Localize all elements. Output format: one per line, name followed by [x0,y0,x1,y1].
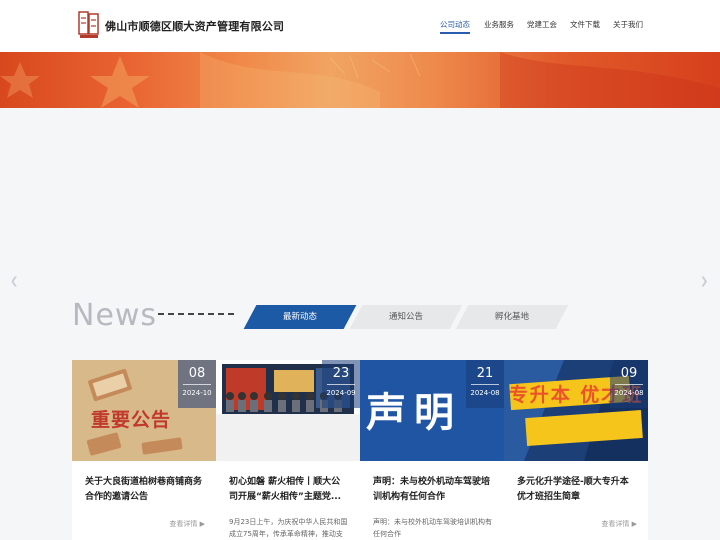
card-2-image: 23 2024-09 [216,360,360,461]
news-card-4[interactable]: 专升本 优才班 09 2024-08 多元化升学途径-顺大专升本优才班招生简章 … [504,360,648,540]
card-1-year-month: 2024-10 [182,389,212,397]
top-banner [0,52,720,108]
nav-company-news[interactable]: 公司动态 [440,19,470,34]
card-3-image-text: 声明 [366,390,462,436]
card-4-more-link[interactable]: 查看详情 ▶ [601,519,637,529]
card-3-date: 21 2024-08 [466,360,504,408]
card-4-image: 专升本 优才班 09 2024-08 [504,360,648,461]
nav-party-union[interactable]: 党建工会 [527,19,557,30]
page: 佛山市顺德区顺大资产管理有限公司 公司动态 业务服务 党建工会 文件下载 关于我… [0,0,720,540]
nav-business-services[interactable]: 业务服务 [484,19,514,30]
card-4-title[interactable]: 多元化升学途径-顺大专升本优才班招生简章 [517,475,637,505]
card-1-more-link[interactable]: 查看详情 ▶ [169,519,205,529]
card-3-day: 21 [476,366,494,381]
image-slider [0,108,720,298]
tab-incubation-base-label: 孵化基地 [494,312,529,322]
main-nav: 公司动态 业务服务 党建工会 文件下载 关于我们 [0,19,720,39]
nav-about-us[interactable]: 关于我们 [613,19,643,30]
site-header: 佛山市顺德区顺大资产管理有限公司 公司动态 业务服务 党建工会 文件下载 关于我… [0,0,720,52]
card-3-date-divider [471,384,499,385]
card-1-date: 08 2024-10 [178,360,216,408]
card-3-desc: 声明：未与校外机动车驾驶培训机构有任何合作 [373,518,492,538]
tab-latest-news-label: 最新动态 [282,312,317,322]
card-2-year-month: 2024-09 [326,389,356,397]
card-2-desc: 9月23日上午，为庆祝中华人民共和国成立75周年，传承革命精神，推动支 [229,518,348,538]
news-card-1[interactable]: 重要公告 08 2024-10 关于大良街道柏树巷商铺商务合作的邀请公告 查看详… [72,360,216,540]
slider-prev-icon[interactable]: ❮ [10,276,18,287]
news-heading: News [72,298,158,333]
news-card-3[interactable]: 声明 21 2024-08 声明：未与校外机动车驾驶培训机构有任何合作 声明：未… [360,360,504,540]
card-3-year-month: 2024-08 [470,389,500,397]
card-2-title[interactable]: 初心如磐 薪火相传丨顺大公司开展“薪火相传”主题党... [229,475,349,505]
tab-incubation-base[interactable]: 孵化基地 [455,305,569,329]
nav-file-download[interactable]: 文件下载 [570,19,600,30]
card-2-date-divider [327,384,355,385]
card-1-title[interactable]: 关于大良街道柏树巷商铺商务合作的邀请公告 [85,475,205,505]
card-3-image: 声明 21 2024-08 [360,360,504,461]
card-4-year-month: 2024-08 [614,389,644,397]
card-1-image-text: 重要公告 [90,409,171,431]
slider-next-icon[interactable]: ❯ [700,276,708,287]
card-2-date: 23 2024-09 [322,360,360,408]
news-card-2[interactable]: 23 2024-09 初心如磐 薪火相传丨顺大公司开展“薪火相传”主题党... … [216,360,360,540]
card-4-date: 09 2024-08 [610,360,648,408]
card-1-day: 08 [188,366,206,381]
card-1-image: 重要公告 08 2024-10 [72,360,216,461]
card-1-date-divider [183,384,211,385]
card-4-day: 09 [620,366,638,381]
news-divider [158,313,234,315]
banner-decoration [0,52,720,108]
tab-notices[interactable]: 通知公告 [349,305,463,329]
card-3-title[interactable]: 声明：未与校外机动车驾驶培训机构有任何合作 [373,475,493,505]
tab-notices-label: 通知公告 [388,312,423,322]
card-2-day: 23 [332,366,350,381]
tab-latest-news[interactable]: 最新动态 [243,305,357,329]
card-4-date-divider [615,384,643,385]
